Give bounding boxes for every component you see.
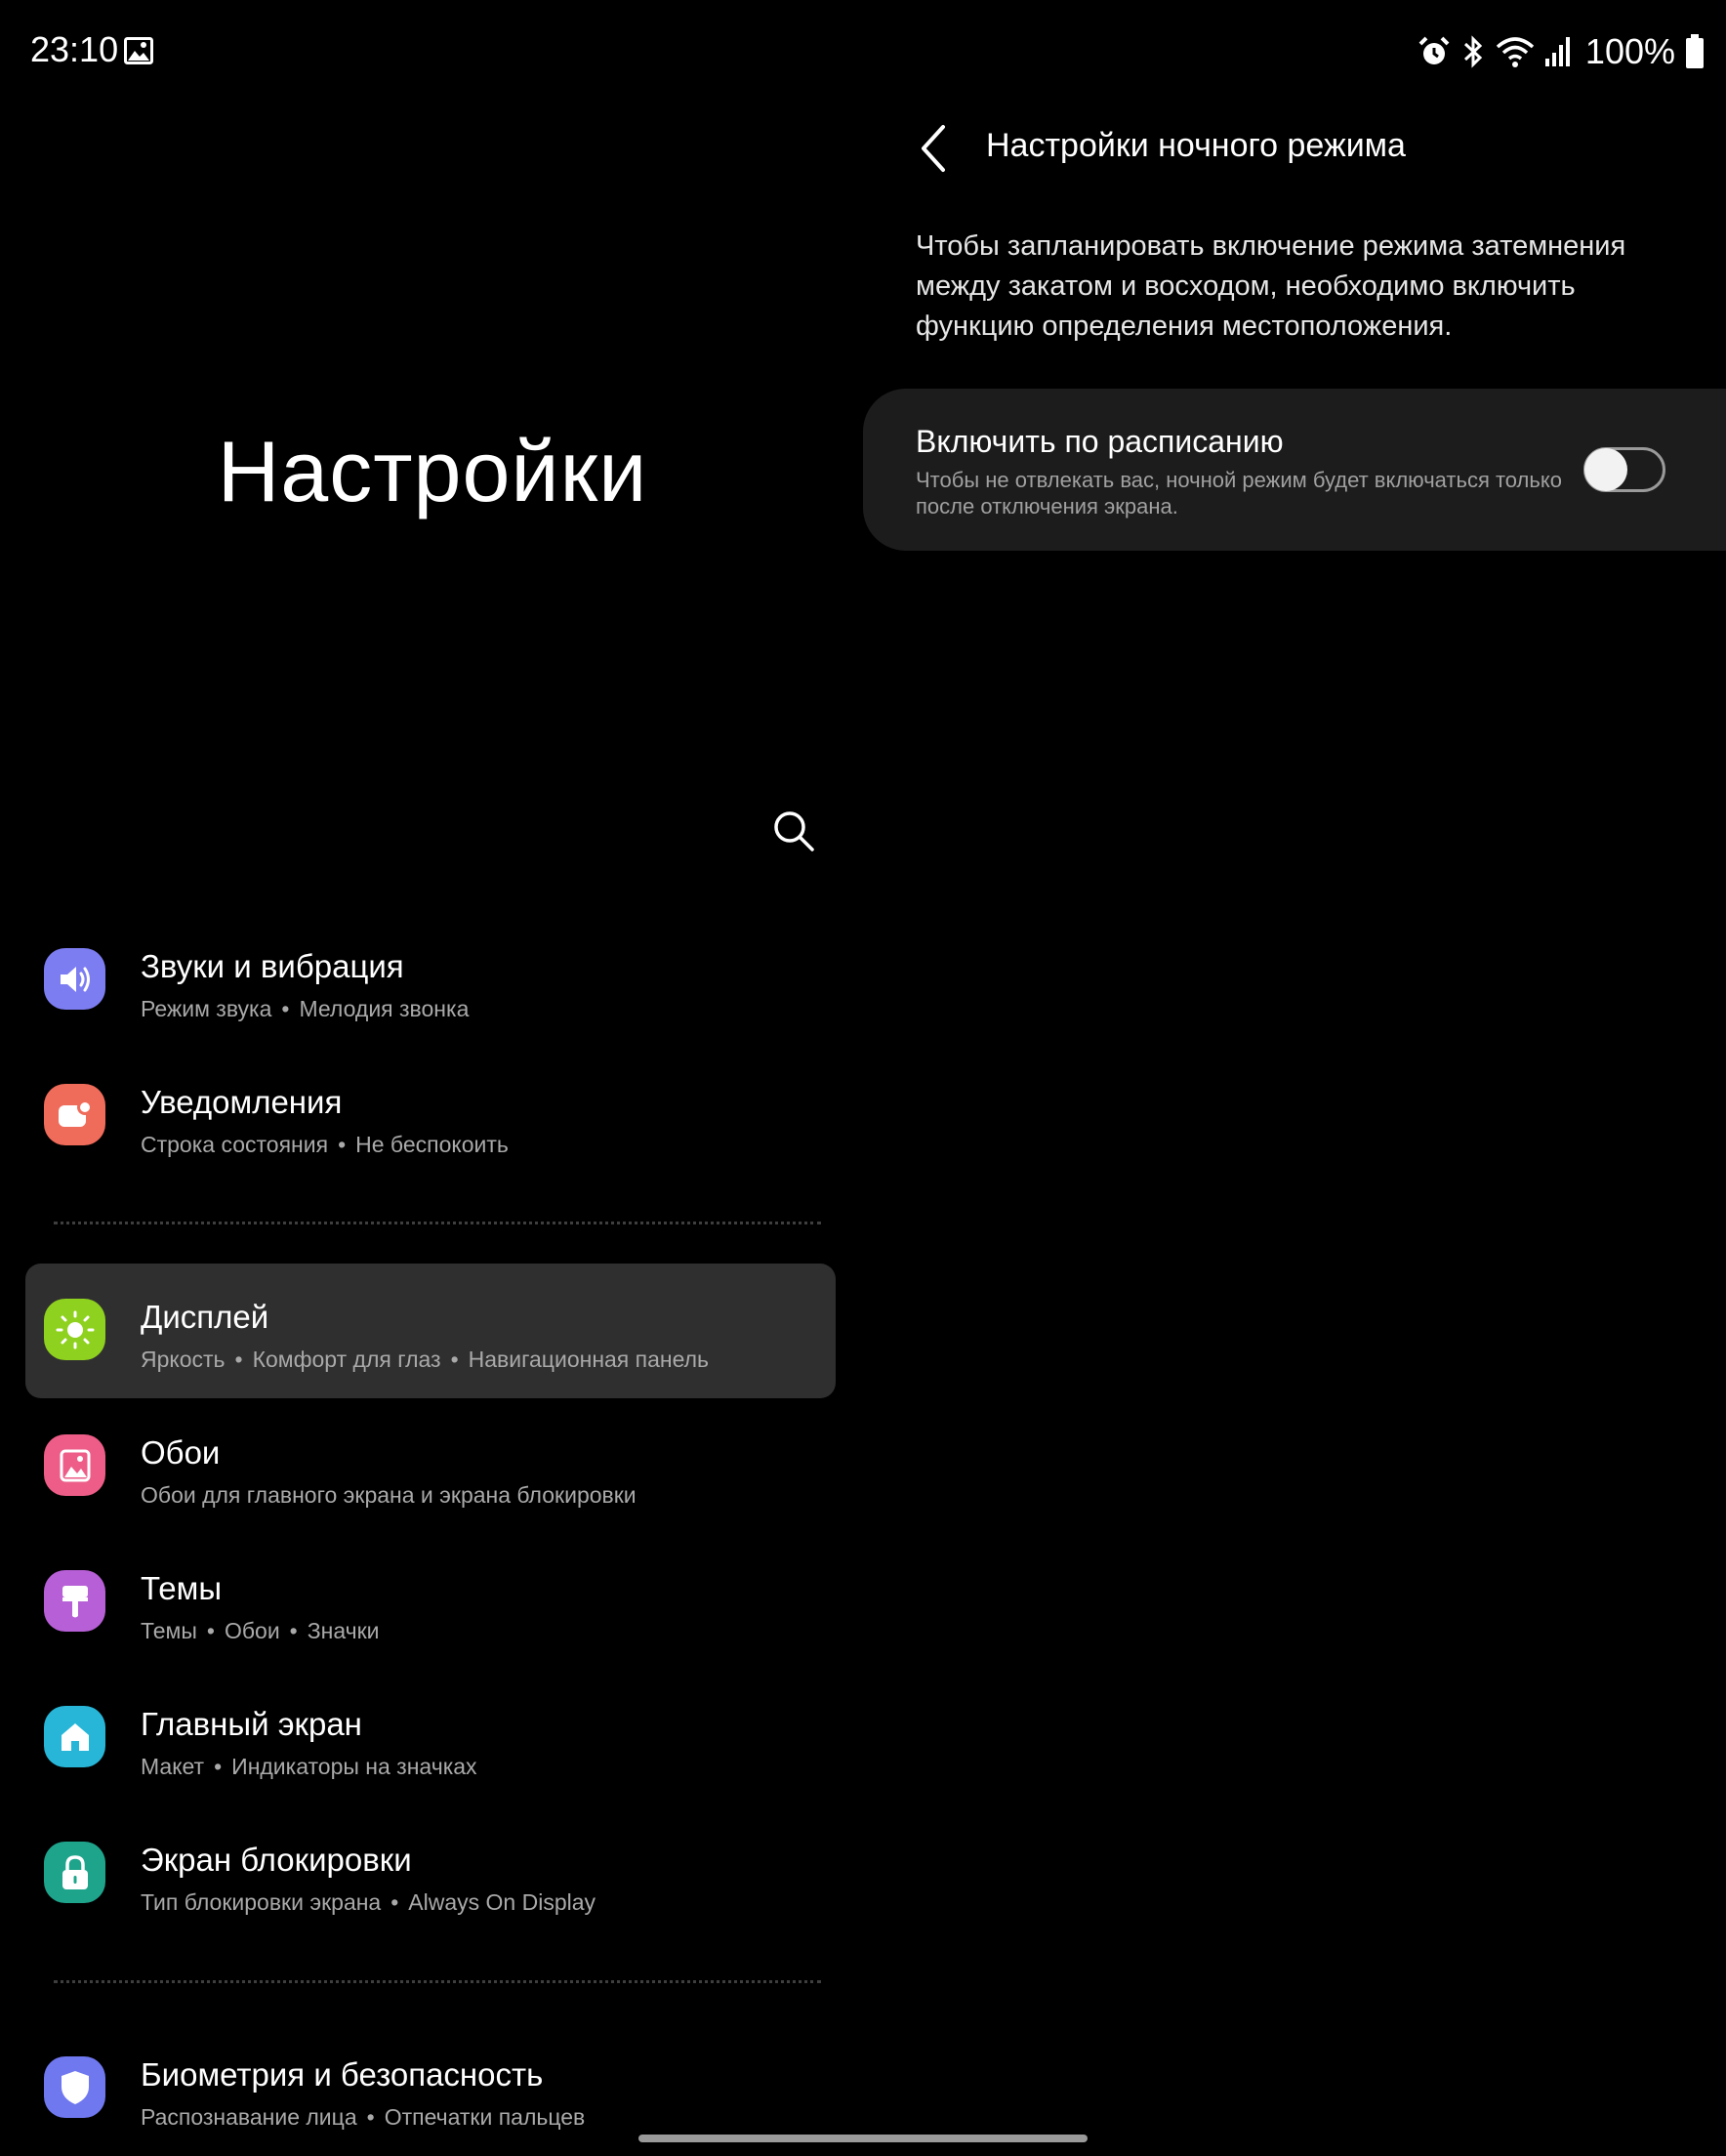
menu-item-subtitle: Строка состояния • Не беспокоить	[141, 1132, 509, 1157]
status-time: 23:10	[30, 29, 119, 69]
wallpaper-icon	[44, 1434, 105, 1496]
menu-item-subtitle: Распознавание лица • Отпечатки пальцев	[141, 2104, 586, 2130]
brightness-icon	[44, 1299, 105, 1360]
menu-item-sounds[interactable]: Звуки и вибрация Режим звука • Мелодия зво…	[25, 913, 836, 1048]
gallery-icon	[124, 37, 153, 64]
menu-item-title: Главный экран	[141, 1706, 362, 1742]
section-divider	[54, 1980, 821, 1983]
schedule-description: Чтобы не отвлекать вас, ночной режим буд…	[916, 468, 1562, 518]
status-icons: 100%	[1418, 25, 1705, 78]
lock-icon	[44, 1842, 105, 1903]
theme-brush-icon	[44, 1570, 105, 1632]
menu-item-title: Звуки и вибрация	[141, 948, 404, 984]
alarm-icon	[1418, 36, 1450, 64]
back-arrow-icon[interactable]	[914, 121, 953, 176]
menu-item-wallpaper[interactable]: Обои Обои для главного экрана и экрана б…	[25, 1399, 836, 1534]
menu-item-subtitle: Макет • Индикаторы на значках	[141, 1754, 477, 1779]
toggle-knob	[1584, 448, 1627, 491]
menu-item-lock-screen[interactable]: Экран блокировки Тип блокировки экрана • A…	[25, 1806, 836, 1941]
schedule-title: Включить по расписанию	[916, 424, 1284, 459]
menu-item-home-screen[interactable]: Главный экран Макет • Индикаторы на значка…	[25, 1671, 836, 1805]
volume-icon	[44, 948, 105, 1010]
menu-item-subtitle: Тип блокировки экрана • Always On Display	[141, 1889, 596, 1915]
menu-item-title: Экран блокировки	[141, 1842, 412, 1878]
menu-item-title: Обои	[141, 1434, 221, 1471]
bluetooth-icon	[1463, 35, 1483, 68]
notification-icon	[44, 1084, 105, 1145]
battery-icon	[1686, 34, 1704, 68]
search-icon[interactable]	[771, 808, 816, 853]
detail-title: Настройки ночного режима	[986, 127, 1406, 164]
menu-item-title: Уведомления	[141, 1084, 343, 1120]
page-title: Настройки	[217, 423, 648, 519]
menu-item-notifications[interactable]: Уведомления Строка состояния • Не беспокои…	[25, 1049, 836, 1183]
menu-item-title: Биометрия и безопасность	[141, 2056, 544, 2093]
menu-item-themes[interactable]: Темы Темы • Обои • Значки	[25, 1535, 836, 1670]
section-divider	[54, 1222, 821, 1224]
menu-item-display[interactable]: Дисплей Яркость • Комфорт для глаз • Навигац…	[25, 1264, 836, 1398]
home-indicator-bar[interactable]	[638, 2135, 1088, 2142]
shield-icon	[44, 2056, 105, 2118]
battery-percent: 100%	[1584, 31, 1675, 71]
schedule-setting[interactable]: Включить по расписанию Чтобы не отвлекат…	[863, 389, 1726, 551]
menu-item-subtitle: Обои для главного экрана и экрана блокир…	[141, 1482, 637, 1508]
status-bar: 23:10 100%	[0, 0, 1726, 105]
wifi-icon	[1496, 37, 1535, 67]
menu-item-subtitle: Яркость • Комфорт для глаз • Навигационная п…	[141, 1347, 710, 1372]
home-icon	[44, 1706, 105, 1767]
menu-item-subtitle: Темы • Обои • Значки	[141, 1618, 380, 1643]
menu-item-subtitle: Режим звука • Мелодия звонка	[141, 996, 470, 1021]
signal-icon	[1544, 37, 1570, 66]
schedule-toggle[interactable]	[1583, 447, 1665, 492]
location-notice: Чтобы запланировать включение режима зат…	[916, 230, 1626, 342]
menu-item-title: Дисплей	[141, 1299, 269, 1335]
menu-item-title: Темы	[141, 1570, 223, 1606]
